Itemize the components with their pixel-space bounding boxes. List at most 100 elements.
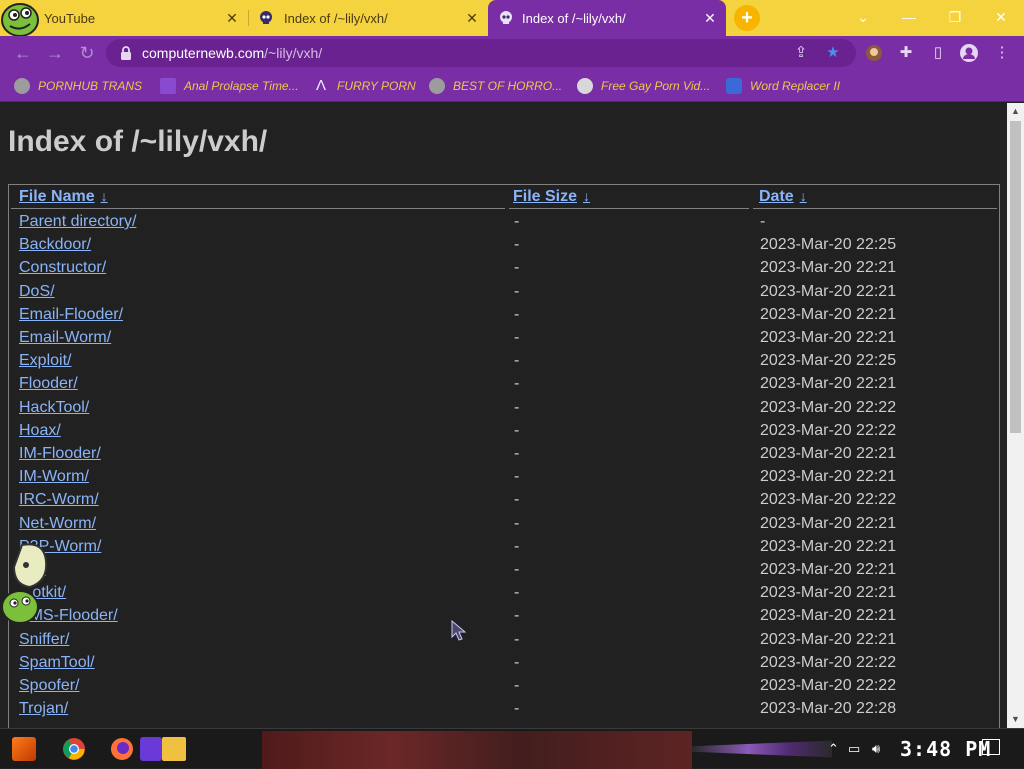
notifications-icon[interactable]	[982, 739, 1000, 755]
volume-icon[interactable]: 🔊︎	[872, 741, 880, 757]
file-date: 2023-Mar-20 22:21	[760, 259, 897, 277]
table-row: Exploit/ - 2023-Mar-20 22:25	[9, 350, 999, 373]
tray-chevron-icon[interactable]: ⌃	[828, 741, 839, 757]
file-link[interactable]: Hoax/	[19, 422, 61, 440]
scroll-up-icon[interactable]: ▲	[1007, 103, 1024, 120]
file-link[interactable]: Constructor/	[19, 259, 106, 277]
file-link[interactable]: Email-Flooder/	[19, 306, 123, 324]
file-explorer-icon[interactable]	[162, 737, 186, 761]
file-link[interactable]: Sniffer/	[19, 631, 69, 649]
sort-arrow-icon: ↓	[100, 188, 108, 204]
bookmark-item[interactable]: Word Replacer II	[726, 77, 840, 95]
back-icon[interactable]: ←	[12, 42, 34, 64]
file-link[interactable]: Flooder/	[19, 375, 78, 393]
file-date: 2023-Mar-20 22:21	[760, 514, 897, 532]
file-date: 2023-Mar-20 22:21	[760, 282, 897, 300]
file-listing-table: File Name ↓ File Size ↓ Date ↓ Parent direc…	[8, 184, 1000, 728]
file-link[interactable]: DoS/	[19, 283, 55, 301]
reload-icon[interactable]: ↻	[76, 42, 98, 64]
lambda-icon: Λ	[315, 77, 327, 94]
bookmark-item[interactable]: Free Gay Porn Vid...	[577, 77, 710, 95]
file-link[interactable]: Exploit/	[19, 352, 71, 370]
file-link[interactable]: Net-Worm/	[19, 515, 96, 533]
firefox-icon[interactable]	[110, 737, 134, 761]
file-link[interactable]: Trojan/	[19, 700, 68, 718]
scroll-down-icon[interactable]: ▼	[1007, 711, 1024, 728]
column-header-file-name[interactable]: File Name ↓	[19, 188, 108, 206]
scrollbar-thumb[interactable]	[1010, 121, 1021, 433]
bookmark-item[interactable]: BEST OF HORRO...	[429, 77, 562, 95]
minimize-icon[interactable]: —	[898, 6, 920, 28]
extensions-puzzle-icon[interactable]: ✚	[896, 43, 916, 63]
bookmark-item[interactable]: Λ FURRY PORN	[313, 77, 416, 95]
file-link[interactable]: ...d/	[19, 561, 46, 579]
taskbar-clock[interactable]: 3:48 PM	[900, 737, 991, 761]
file-link[interactable]: ...otkit/	[19, 584, 66, 602]
table-row: Email-Flooder/ - 2023-Mar-20 22:21	[9, 304, 999, 327]
column-header-file-size[interactable]: File Size ↓	[513, 188, 590, 206]
file-size: -	[514, 421, 520, 439]
file-link[interactable]: SMS-Flooder/	[19, 607, 118, 625]
profile-icon[interactable]	[959, 43, 979, 63]
bookmarks-bar: PORNHUB TRANS Anal Prolapse Time... Λ FU…	[0, 70, 1024, 102]
bookmark-star-icon[interactable]: ★	[824, 44, 842, 62]
vertical-scrollbar[interactable]: ▲ ▼	[1007, 103, 1024, 728]
tab-index-active[interactable]: Index of /~lily/vxh/ ✕	[488, 0, 726, 36]
menu-kebab-icon[interactable]: ⋮	[992, 43, 1012, 63]
share-icon[interactable]: ⇪	[792, 44, 810, 62]
bookmark-label: Anal Prolapse Time...	[184, 79, 299, 93]
file-link[interactable]: Backdoor/	[19, 236, 91, 254]
bookmark-item[interactable]: Anal Prolapse Time...	[160, 77, 299, 95]
header-divider	[753, 208, 997, 209]
extension-avatar-icon[interactable]	[864, 43, 884, 63]
chrome-icon[interactable]	[62, 737, 86, 761]
tab-search-icon[interactable]: ⌄	[852, 6, 874, 28]
file-size: -	[514, 352, 520, 370]
tab-index-1[interactable]: Index of /~lily/vxh/ ✕	[248, 0, 488, 36]
file-size: -	[514, 677, 520, 694]
file-link[interactable]: Parent directory/	[19, 213, 136, 231]
file-link[interactable]: HackTool/	[19, 399, 89, 417]
side-panel-icon[interactable]: ▯	[928, 43, 948, 63]
forward-icon[interactable]: →	[44, 42, 66, 64]
table-row: P2P-Worm/ - 2023-Mar-20 22:21	[9, 536, 999, 559]
table-row: Trojan/ - 2023-Mar-20 22:28	[9, 698, 999, 721]
close-window-icon[interactable]: ✕	[990, 6, 1012, 28]
table-row: Parent directory/ - -	[9, 211, 999, 234]
file-link[interactable]: IM-Worm/	[19, 468, 89, 486]
file-link[interactable]: SpamTool/	[19, 654, 95, 672]
bookmark-label: Word Replacer II	[750, 79, 841, 93]
url-path: /~lily/vxh/	[264, 45, 323, 61]
tab-strip: YouTube ✕ Index of /~lily/vxh/ ✕ Index o…	[0, 0, 1024, 36]
table-row: IM-Worm/ - 2023-Mar-20 22:21	[9, 466, 999, 489]
file-link[interactable]: P2P-Worm/	[19, 538, 101, 556]
network-icon[interactable]: ▭	[848, 741, 860, 757]
start-button[interactable]	[12, 737, 36, 761]
file-size: -	[514, 259, 520, 277]
file-link[interactable]: Spoofer/	[19, 677, 79, 695]
sigma-icon	[160, 78, 176, 94]
file-date: 2023-Mar-20 22:21	[760, 537, 897, 555]
tab-close-icon[interactable]: ✕	[464, 10, 480, 26]
table-row: Constructor/ - 2023-Mar-20 22:21	[9, 257, 999, 280]
new-tab-button[interactable]: +	[734, 5, 760, 31]
file-size: -	[514, 561, 520, 578]
address-bar[interactable]: computernewb.com/~lily/vxh/ ⇪ ★	[106, 39, 856, 67]
table-row: SMS-Flooder/ - 2023-Mar-20 22:21	[9, 605, 999, 628]
taskbar-wallpaper	[262, 731, 692, 769]
page-content: Index of /~lily/vxh/ File Name ↓ File Siz…	[0, 103, 1007, 728]
bookmark-item[interactable]: PORNHUB TRANS	[14, 77, 142, 95]
file-date: 2023-Mar-20 22:22	[760, 491, 897, 509]
table-row: Sniffer/ - 2023-Mar-20 22:21	[9, 629, 999, 652]
column-header-date[interactable]: Date ↓	[759, 188, 807, 206]
file-link[interactable]: Email-Worm/	[19, 329, 111, 347]
skull-favicon-icon	[260, 11, 272, 24]
file-link[interactable]: IM-Flooder/	[19, 445, 101, 463]
tab-close-icon[interactable]: ✕	[702, 10, 718, 26]
restore-icon[interactable]: ❐	[944, 6, 966, 28]
tab-close-icon[interactable]: ✕	[224, 10, 240, 26]
app-icon[interactable]	[140, 737, 162, 761]
file-date: 2023-Mar-20 22:22	[760, 677, 897, 694]
tab-youtube[interactable]: YouTube ✕	[0, 0, 248, 36]
file-link[interactable]: IRC-Worm/	[19, 491, 99, 509]
